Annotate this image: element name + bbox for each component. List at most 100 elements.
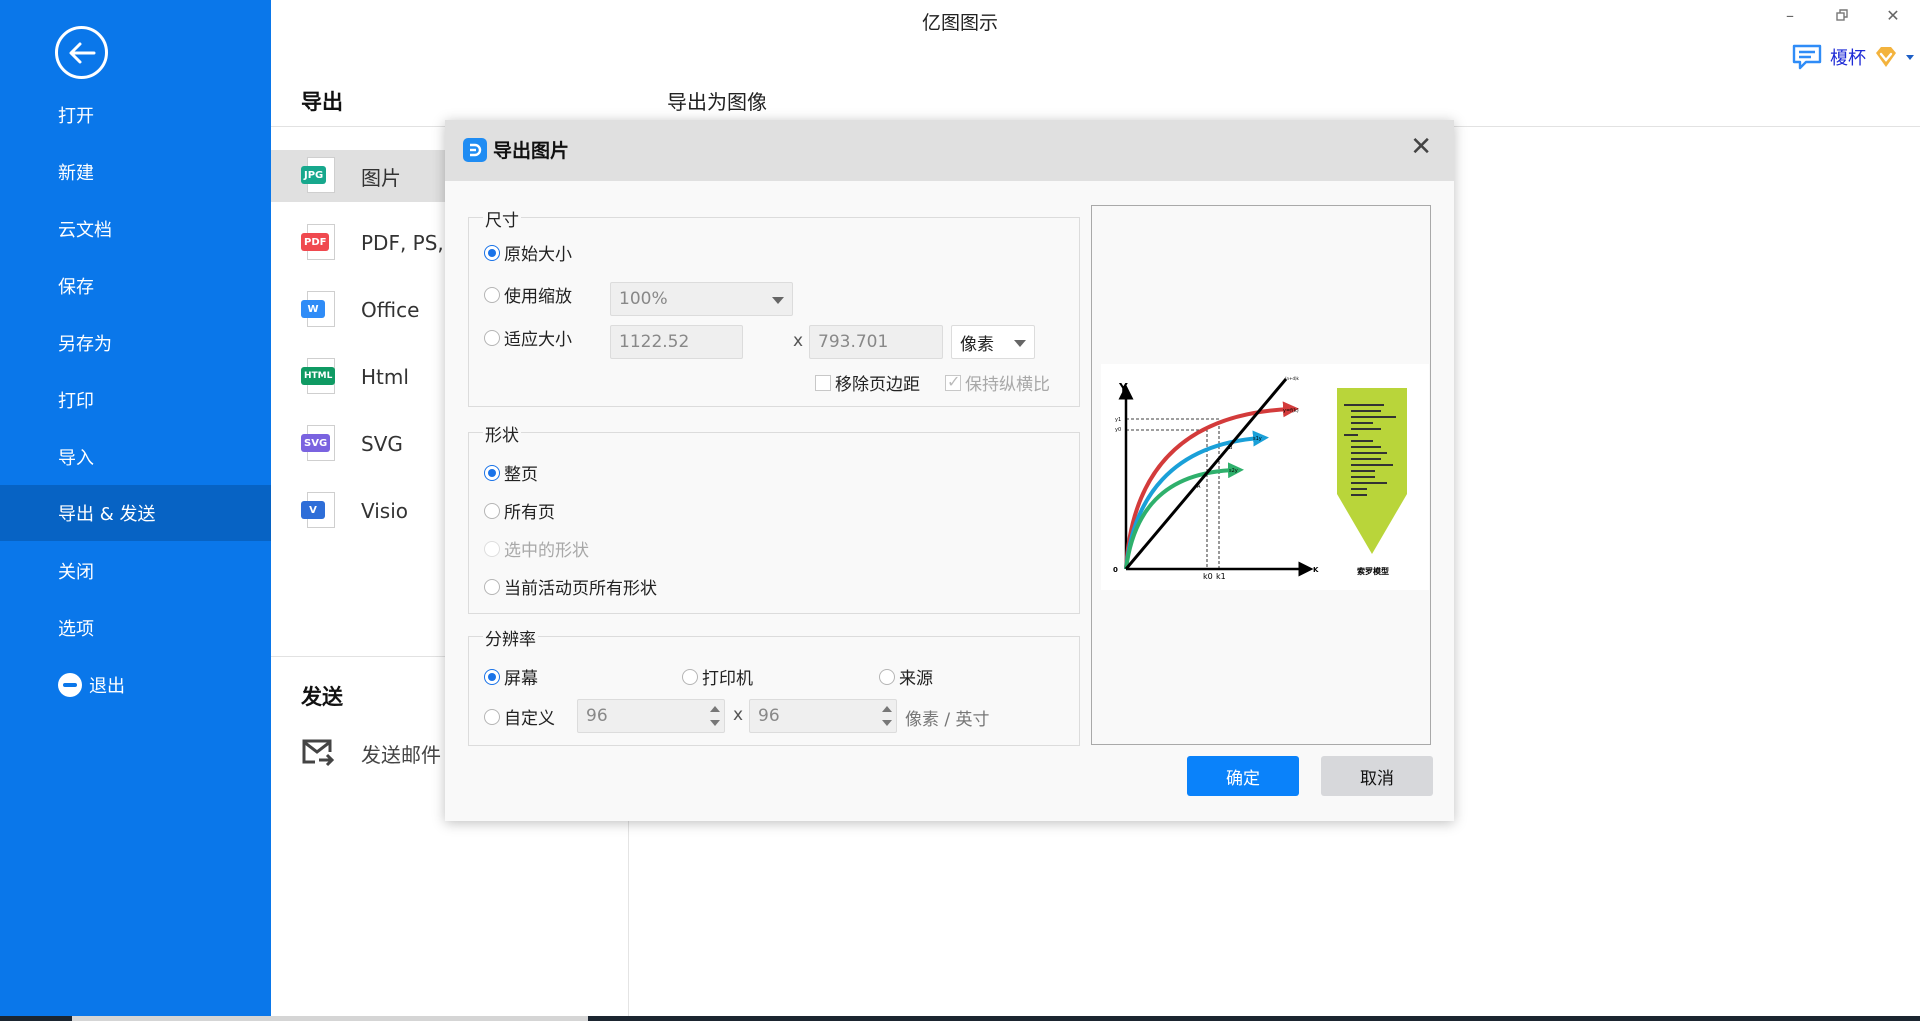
arrow-left-icon (69, 42, 95, 63)
times-label: x (733, 705, 744, 725)
stepper-up-icon[interactable] (882, 706, 892, 712)
radio-active-page-shapes[interactable]: 当前活动页所有形状 (484, 574, 657, 599)
dpi-y-stepper[interactable]: 96 (749, 699, 897, 733)
height-input[interactable]: 793.701 (809, 325, 943, 359)
dpi-x-stepper[interactable]: 96 (577, 699, 725, 733)
radio-button[interactable] (484, 708, 500, 725)
chevron-down-icon (1906, 54, 1914, 60)
taskbar (0, 1016, 1920, 1021)
export-heading: 导出 (301, 90, 343, 114)
radio-screen[interactable]: 屏幕 (484, 664, 538, 689)
sidebar-item-save[interactable]: 保存 (0, 258, 271, 314)
sidebar-item-exit[interactable]: 退出 (0, 657, 271, 713)
close-icon: ✕ (1886, 6, 1900, 25)
sidebar-item-save-as[interactable]: 另存为 (0, 315, 271, 371)
y-axis-label: Y (1118, 381, 1128, 395)
sidebar-item-import[interactable]: 导入 (0, 429, 271, 485)
radio-label: 选中的形状 (504, 541, 589, 561)
zoom-select[interactable]: 100% (610, 282, 793, 316)
sidebar-item-cloud[interactable]: 云文档 (0, 201, 271, 257)
vip-diamond-icon (1876, 47, 1896, 67)
html-file-icon: HTML (301, 358, 337, 396)
pdf-file-icon: PDF (301, 224, 337, 262)
keep-ratio-checkbox[interactable]: 保持纵横比 (945, 370, 1050, 395)
radio-button[interactable] (484, 329, 500, 346)
mail-send-icon (302, 739, 335, 767)
send-mail-item[interactable]: 发送邮件 (301, 738, 441, 768)
size-group-title: 尺寸 (483, 206, 521, 231)
remove-margin-checkbox[interactable]: 移除页边距 (815, 370, 920, 395)
dropdown-arrow-icon (1014, 340, 1026, 347)
y1-label: y1 (1115, 417, 1121, 423)
radio-button[interactable] (484, 578, 500, 595)
sidebar-item-open[interactable]: 打开 (0, 87, 271, 143)
zoom-value: 100% (619, 289, 668, 309)
export-subtitle: 导出为图像 (667, 90, 767, 114)
diagram-caption: 索罗模型 (1357, 566, 1389, 576)
radio-all-pages[interactable]: 所有页 (484, 498, 555, 523)
minus-circle-icon (58, 673, 82, 697)
checkbox[interactable] (815, 374, 831, 391)
restore-button[interactable] (1827, 6, 1857, 25)
sidebar-item-new[interactable]: 新建 (0, 144, 271, 200)
radio-whole-page[interactable]: 整页 (484, 460, 538, 485)
green-curve (1124, 462, 1244, 570)
sidebar-item-options[interactable]: 选项 (0, 600, 271, 656)
sidebar-item-export-send[interactable]: 导出 & 发送 (0, 485, 271, 541)
radio-custom[interactable]: 自定义 (484, 704, 555, 729)
close-window-button[interactable]: ✕ (1878, 6, 1908, 25)
radio-fit-size[interactable]: 适应大小 (484, 325, 572, 350)
radio-button[interactable] (879, 668, 895, 685)
radio-button[interactable] (484, 244, 500, 261)
radio-label: 原始大小 (504, 245, 572, 265)
user-menu[interactable]: 榎杯 (1792, 44, 1914, 70)
k0-guide (1126, 429, 1208, 569)
radio-use-zoom[interactable]: 使用缩放 (484, 282, 572, 307)
radio-button[interactable] (484, 502, 500, 519)
radio-button[interactable] (484, 668, 500, 685)
sidebar-item-label: 新建 (58, 163, 94, 184)
radio-original-size[interactable]: 原始大小 (484, 240, 572, 265)
radio-label: 自定义 (504, 709, 555, 729)
format-label: Office (361, 298, 420, 322)
sidebar-item-label: 导入 (58, 448, 94, 469)
cancel-button[interactable]: 取消 (1321, 756, 1433, 796)
sidebar-item-label: 打印 (58, 391, 94, 412)
stepper-down-icon[interactable] (710, 720, 720, 726)
radio-button (484, 540, 500, 557)
size-group: 尺寸 原始大小 使用缩放 适应大小 100% 1122.52 x 793.701… (468, 206, 1080, 407)
unit-select[interactable]: 像素 (951, 325, 1035, 359)
ok-button[interactable]: 确定 (1187, 756, 1299, 796)
checkbox[interactable] (945, 372, 961, 391)
x-axis-label: K (1313, 566, 1319, 574)
sidebar-item-close[interactable]: 关闭 (0, 543, 271, 599)
preview-pane: Y K 0 y1 y0 k0 k1 A B (n+d)k y=f(k) s1y … (1091, 205, 1431, 745)
investment-line (1124, 378, 1288, 570)
radio-button[interactable] (484, 464, 500, 481)
radio-button[interactable] (682, 668, 698, 685)
stepper-down-icon[interactable] (882, 720, 892, 726)
format-label: PDF, PS, (361, 231, 444, 255)
red-curve-label: y=f(k) (1283, 408, 1299, 414)
sidebar-item-label: 打开 (58, 106, 94, 127)
y0-label: y0 (1115, 427, 1121, 433)
sidebar-item-print[interactable]: 打印 (0, 372, 271, 428)
sidebar: 打开 新建 云文档 保存 另存为 打印 导入 导出 & 发送 关闭 选项 退出 (0, 0, 271, 1016)
shape-group-title: 形状 (483, 421, 521, 446)
visio-file-icon: V (301, 492, 337, 530)
radio-button[interactable] (484, 286, 500, 303)
radio-selected-shapes: 选中的形状 (484, 536, 589, 561)
dialog-close-button[interactable]: ✕ (1410, 134, 1432, 160)
format-label: Visio (361, 499, 409, 523)
checkbox-label: 移除页边距 (835, 375, 920, 395)
radio-source[interactable]: 来源 (879, 664, 933, 689)
minimize-button[interactable]: – (1775, 6, 1805, 25)
radio-label: 所有页 (504, 503, 555, 523)
radio-printer[interactable]: 打印机 (682, 664, 753, 689)
stepper-up-icon[interactable] (710, 706, 720, 712)
width-value: 1122.52 (619, 332, 690, 352)
sidebar-item-label: 选项 (58, 619, 94, 640)
width-input[interactable]: 1122.52 (610, 325, 743, 359)
sidebar-item-label: 退出 (89, 676, 125, 697)
export-image-dialog: 导出图片 ✕ 尺寸 原始大小 使用缩放 适应大小 100% 1122.52 x … (445, 120, 1454, 821)
